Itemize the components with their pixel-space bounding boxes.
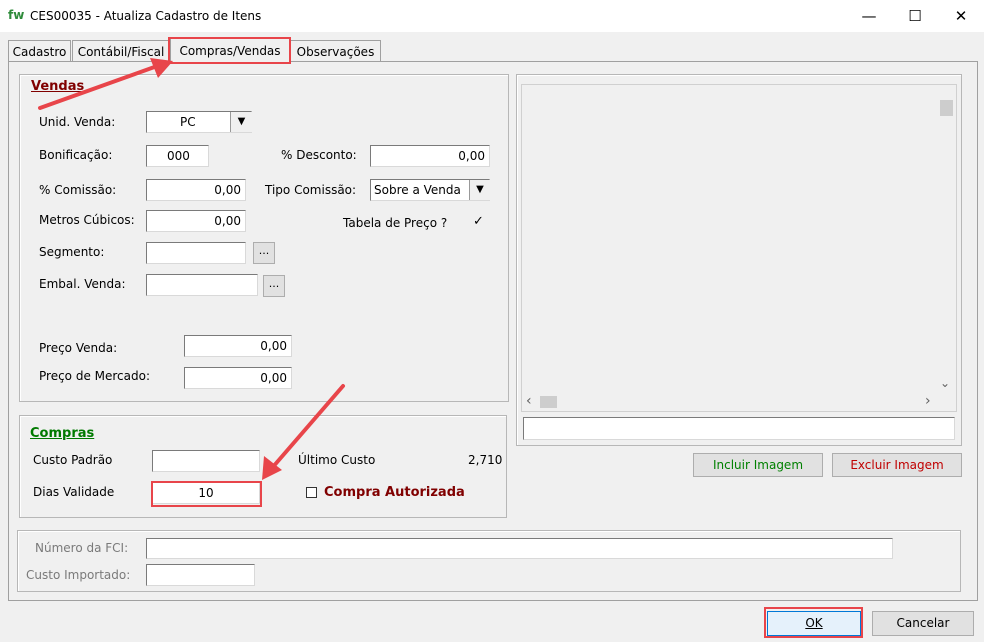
- annotation-arrows: [38, 58, 345, 480]
- arrow-to-tab: [38, 63, 162, 110]
- arrow-to-dias-validade: [270, 384, 345, 470]
